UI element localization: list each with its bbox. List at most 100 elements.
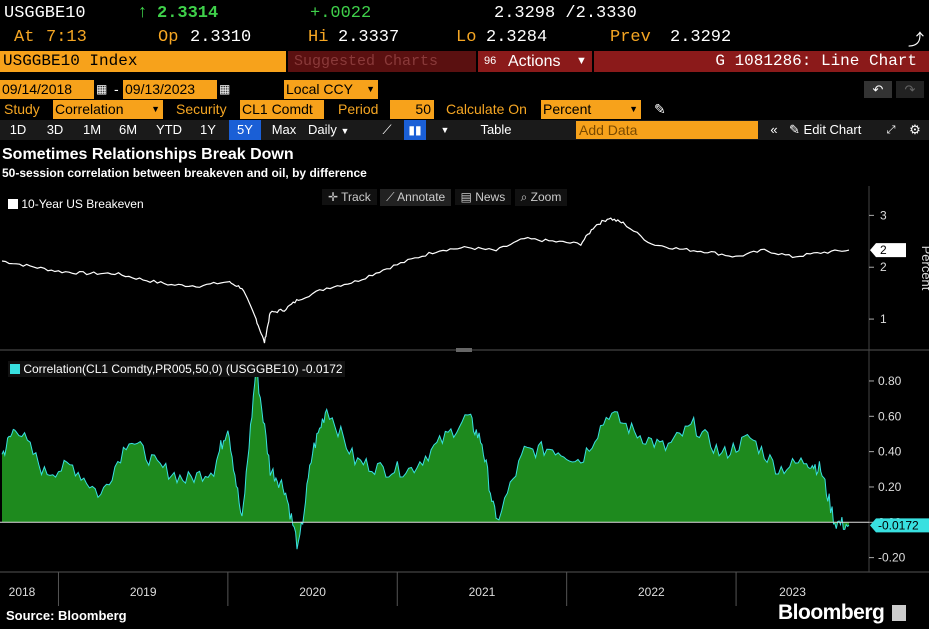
x-tick-label: 2020 (299, 585, 326, 599)
range-3d[interactable]: 3D (41, 120, 69, 140)
annotate-button[interactable]: ⟋ Annotate (380, 189, 452, 206)
high-label: Hi (308, 28, 329, 47)
calendar-icon[interactable]: ▦ (96, 80, 107, 99)
legend-swatch (8, 199, 18, 209)
chevron-down-icon: ▼ (340, 126, 350, 136)
x-tick-label: 2022 (638, 585, 665, 599)
range-ytd[interactable]: YTD (152, 120, 186, 140)
y-axis-title: Percent (919, 246, 929, 291)
legend-breakeven[interactable]: 10-Year US Breakeven (8, 197, 144, 211)
frequency-value: Daily (308, 122, 337, 137)
low-value: 2.3284 (486, 28, 548, 47)
y-tick-label: 0.40 (878, 445, 902, 459)
x-tick-label: 2021 (469, 585, 496, 599)
calculate-select[interactable]: Percent ▼ (541, 100, 641, 119)
actions-code: 96 (484, 55, 497, 67)
study-label: Study (4, 101, 40, 117)
chevron-down-icon: ▼ (576, 55, 587, 67)
brand-name: Bloomberg (778, 601, 885, 624)
chevron-down-icon[interactable]: ▼ (438, 120, 452, 140)
track-button[interactable]: ✛ Track (322, 189, 377, 205)
y-tick-label: 2 (880, 260, 887, 274)
y-tick-label: 3 (880, 208, 887, 222)
wrench-icon: ✎ (789, 122, 800, 137)
last-value-label: 2 (880, 243, 887, 257)
x-tick-label: 2019 (130, 585, 157, 599)
date-range-bar: 09/14/2018 ▦ - 09/13/2023 ▦ Local CCY ▼ … (0, 80, 929, 100)
collapse-icon[interactable]: « (765, 120, 783, 140)
security-label: Security (176, 101, 227, 117)
zoom-button[interactable]: ⌕ Zoom (514, 189, 568, 206)
quote-header: USGGBE10 ↑ 2.3314 +.0022 2.3298 /2.3330 … (0, 0, 929, 50)
currency-value: Local CCY (286, 81, 353, 97)
range-6m[interactable]: 6M (113, 120, 143, 140)
ticker: USGGBE10 (4, 4, 86, 23)
frequency-select[interactable]: Daily ▼ (308, 120, 368, 140)
source-note: Source: Bloomberg (6, 608, 127, 623)
study-bar: Study Correlation ▼ Security CL1 Comdt P… (0, 100, 929, 120)
currency-select[interactable]: Local CCY ▼ (284, 80, 378, 99)
chart-title: Sometimes Relationships Break Down (2, 146, 294, 163)
high-value: 2.3337 (338, 28, 400, 47)
x-tick-label: 2018 (9, 585, 36, 599)
export-icon[interactable]: ⤴ (908, 26, 924, 50)
chevron-down-icon: ▼ (151, 104, 160, 114)
security-field[interactable]: USGGBE10 Index (0, 51, 286, 72)
table-button[interactable]: Table (470, 120, 522, 140)
zoom-label: Zoom (530, 190, 562, 204)
last-price: 2.3314 (157, 4, 219, 23)
study-value: Correlation (55, 101, 124, 117)
pencil-icon[interactable]: ✎ (654, 100, 666, 119)
edit-chart-button[interactable]: ✎ Edit Chart (789, 120, 875, 140)
period-label: Period (338, 101, 379, 117)
bloomberg-logo: Bloomberg (778, 601, 906, 625)
actions-button[interactable]: 96 Actions ▼ (478, 51, 592, 72)
study-select[interactable]: Correlation ▼ (53, 100, 163, 119)
legend-swatch (10, 364, 20, 374)
date-separator: - (114, 81, 119, 97)
chart-area: 123Percent2 -0.200.000.200.400.600.80-0.… (0, 186, 929, 606)
expand-icon[interactable]: ⤢ (882, 120, 900, 140)
bid-ask: 2.3298 /2.3330 (494, 4, 637, 23)
legend-correlation[interactable]: Correlation(CL1 Comdty,PR005,50,0) (USGG… (8, 361, 345, 377)
range-1m[interactable]: 1M (77, 120, 107, 140)
range-max[interactable]: Max (266, 120, 302, 140)
calendar-icon[interactable]: ▦ (219, 80, 230, 99)
open-label: Op (158, 28, 179, 47)
news-button[interactable]: ▤ News (454, 189, 512, 205)
edit-chart-label: Edit Chart (803, 122, 862, 137)
security-bar: USGGBE10 Index Suggested Charts 96 Actio… (0, 51, 929, 73)
chart-code: G 1081286: Line Chart (594, 51, 929, 72)
period-input[interactable]: 50 (390, 100, 434, 119)
range-bar: 1D 3D 1M 6M YTD 1Y 5Y Max Daily ▼ ⟋ ▮▮ ▼… (0, 120, 929, 140)
legend-correlation-label: Correlation(CL1 Comdty,PR005,50,0) (USGG… (23, 362, 343, 376)
y-tick-label: -0.20 (878, 551, 906, 565)
redo-button[interactable]: ↷ (896, 81, 924, 98)
range-5y[interactable]: 5Y (229, 120, 261, 140)
line-chart-icon[interactable]: ⟋ (376, 120, 398, 140)
y-tick-label: 0.60 (878, 409, 902, 423)
prev-label: Prev (610, 28, 651, 47)
suggested-charts-button[interactable]: Suggested Charts (288, 51, 476, 72)
x-tick-label: 2023 (779, 585, 806, 599)
gear-icon[interactable]: ⚙ (906, 120, 924, 140)
bloomberg-bars-icon (891, 605, 906, 621)
chart-subtitle: 50-session correlation between breakeven… (2, 166, 367, 180)
date-from-field[interactable]: 09/14/2018 (0, 80, 94, 99)
track-label: Track (341, 190, 371, 204)
undo-button[interactable]: ↶ (864, 81, 892, 98)
y-tick-label: 0.20 (878, 480, 902, 494)
panel-resize-handle[interactable] (456, 348, 472, 352)
prev-value: 2.3292 (670, 28, 732, 47)
security-input[interactable]: CL1 Comdt (240, 100, 324, 119)
range-1d[interactable]: 1D (4, 120, 32, 140)
add-data-input[interactable]: Add Data (576, 121, 758, 139)
annotate-label: Annotate (397, 190, 446, 204)
chart-tools: ✛ Track ⟋ Annotate ▤ News ⌕ Zoom (322, 189, 568, 207)
bar-chart-icon[interactable]: ▮▮ (404, 120, 426, 140)
open-value: 2.3310 (190, 28, 252, 47)
arrow-up-icon: ↑ (137, 3, 148, 23)
calculate-label: Calculate On (446, 101, 527, 117)
date-to-field[interactable]: 09/13/2023 (123, 80, 217, 99)
range-1y[interactable]: 1Y (194, 120, 222, 140)
